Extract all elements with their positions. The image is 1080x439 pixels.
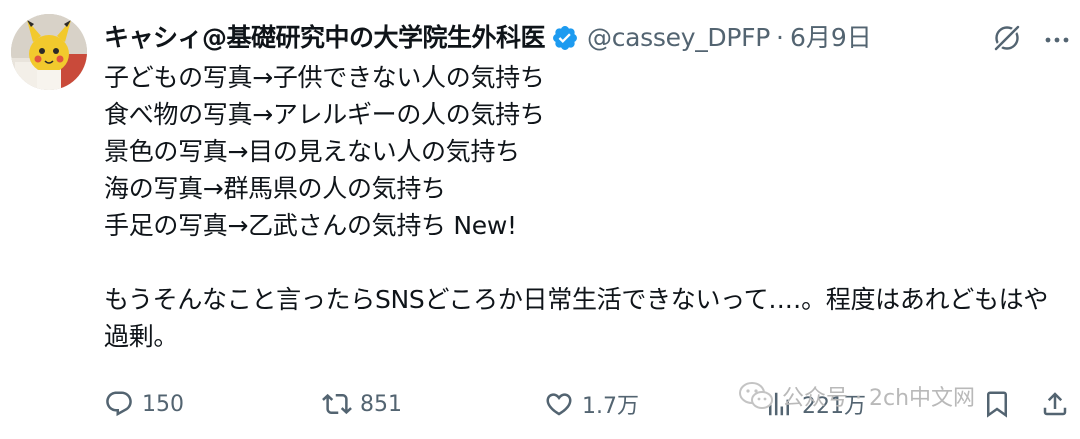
grok-icon[interactable]: [990, 21, 1024, 55]
bookmark-button[interactable]: [982, 384, 1020, 424]
tweet-line: 景色の写真→目の見えない人の気持ち: [104, 137, 520, 166]
verified-badge-icon[interactable]: [551, 24, 579, 52]
share-icon: [1043, 392, 1067, 416]
tweet-paragraph: もうそんなこと言ったらSNSどころか日常生活できないって‥‥。程度はあれどもはや…: [104, 285, 1049, 351]
tweet-line: 海の写真→群馬県の人の気持ち: [104, 174, 446, 203]
like-icon: [546, 393, 572, 416]
watermark-text: 公众号 · 2ch中文网: [782, 386, 976, 411]
watermark: 公众号 · 2ch中文网: [738, 376, 975, 416]
share-button[interactable]: [1040, 384, 1078, 424]
like-count: 1.7万: [582, 394, 639, 419]
tweet-header: キャシィ@基礎研究中の大学院生外科医 @cassey_DPFP · 6月9日: [104, 18, 872, 58]
reply-count: 150: [142, 391, 184, 417]
avatar[interactable]: [11, 14, 87, 90]
retweet-icon: [322, 393, 352, 415]
tweet-line: 食べ物の写真→アレルギーの人の気持ち: [104, 100, 545, 129]
display-name[interactable]: キャシィ@基礎研究中の大学院生外科医: [104, 18, 546, 58]
like-button[interactable]: 1.7万: [544, 384, 639, 424]
more-icon[interactable]: [1040, 21, 1074, 55]
tweet-text: 子どもの写真→子供できない人の気持ち 食べ物の写真→アレルギーの人の気持ち 景色…: [104, 59, 1064, 355]
reply-button[interactable]: 150: [104, 384, 184, 424]
post-date[interactable]: 6月9日: [790, 18, 872, 58]
reply-icon: [106, 391, 132, 417]
retweet-count: 851: [360, 391, 402, 417]
handle[interactable]: @cassey_DPFP: [587, 18, 770, 58]
tweet-line: 手足の写真→乙武さんの気持ち New!: [104, 211, 517, 240]
tweet-line: 子どもの写真→子供できない人の気持ち: [104, 63, 545, 92]
separator-dot: ·: [776, 23, 784, 52]
bookmark-icon: [987, 391, 1007, 418]
wechat-icon: [739, 382, 773, 409]
retweet-button[interactable]: 851: [322, 384, 402, 424]
avatar-image: [11, 14, 87, 90]
